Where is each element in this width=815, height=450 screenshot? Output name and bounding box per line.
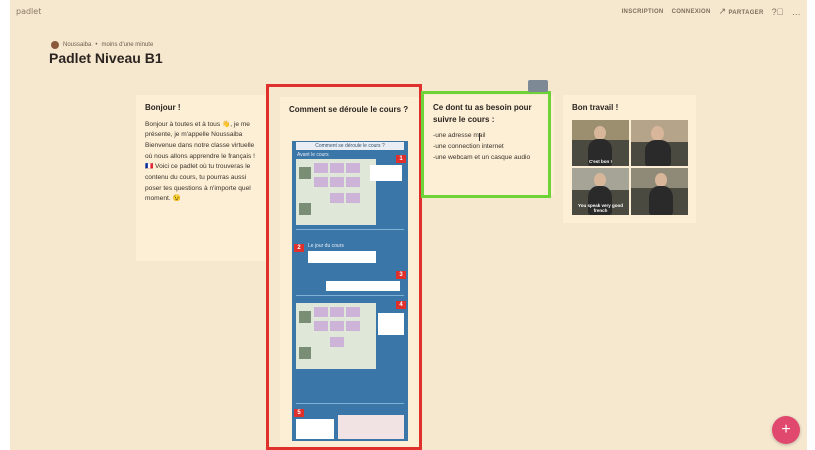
thumbnail <box>299 311 311 323</box>
course-diagram-image[interactable]: Comment se déroule le cours ? Avant le c… <box>292 141 408 441</box>
question-circle-icon[interactable]: ?⃝ <box>772 7 784 17</box>
annotation-note <box>378 313 404 335</box>
sticky-note <box>346 193 360 203</box>
photo-face <box>594 173 606 187</box>
board-author: Noussaiba • moins d'une minute <box>51 41 153 49</box>
sticky-note <box>346 177 360 187</box>
top-bar: padlet INSCRIPTION CONNEXION ↗ PARTAGER … <box>10 0 807 26</box>
photo-caption: C'est bon ! <box>588 159 613 164</box>
sticky-note <box>314 177 328 187</box>
sticky-note <box>346 307 360 317</box>
photo-tile: C'est bon ! <box>572 120 629 166</box>
thumbnail <box>299 203 311 215</box>
annotation-note <box>308 251 376 263</box>
photo-caption: You speak very good french <box>578 203 623 213</box>
column-body: Bonjour à toutes et à tous 👋, je me prés… <box>145 120 255 203</box>
requirement-item: -une webcam et un casque audio <box>433 153 531 161</box>
last-updated: moins d'une minute <box>101 42 154 48</box>
sticky-note <box>330 337 344 347</box>
requirement-item: -une connection internet <box>433 142 504 150</box>
avatar[interactable] <box>51 41 59 49</box>
sticky-note <box>314 307 328 317</box>
column-title: Bonjour ! <box>145 103 181 112</box>
thumbnail <box>299 347 311 359</box>
photo-tile <box>631 120 688 166</box>
section-label-avant: Avant le cours <box>297 152 329 158</box>
sticky-note <box>330 177 344 187</box>
more-horizontal-icon[interactable]: … <box>792 7 801 17</box>
thumbnail <box>299 167 311 179</box>
step-badge: 1 <box>396 155 406 163</box>
annotation-note <box>326 281 400 291</box>
meme-image[interactable]: C'est bon ! You speak very good french <box>572 120 688 216</box>
column-handle[interactable] <box>528 80 548 92</box>
sticky-note <box>330 193 344 203</box>
sticky-note <box>346 163 360 173</box>
photo-face <box>594 126 606 140</box>
annotation-note <box>370 165 402 181</box>
annotation-note <box>338 415 404 439</box>
sticky-note <box>330 307 344 317</box>
requirement-item: -une adresse mail <box>433 132 486 140</box>
photo-tile <box>631 168 688 215</box>
step-badge: 5 <box>294 409 304 417</box>
partager-label: PARTAGER <box>728 10 764 16</box>
partager-button[interactable]: ↗ PARTAGER <box>719 6 764 17</box>
page-title: Padlet Niveau B1 <box>49 50 163 66</box>
sticky-note <box>330 163 344 173</box>
padlet-board: padlet INSCRIPTION CONNEXION ↗ PARTAGER … <box>10 0 807 450</box>
sticky-note <box>346 321 360 331</box>
column-title: Bon travail ! <box>572 103 619 112</box>
sticky-note <box>330 321 344 331</box>
annotation-note <box>296 419 334 439</box>
photo-tile: You speak very good french <box>572 168 629 215</box>
photo-figure <box>645 140 671 166</box>
column-bon-travail[interactable]: Bon travail ! C'est bon ! You speak very… <box>563 95 696 223</box>
padlet-logo[interactable]: padlet <box>16 7 41 16</box>
divider <box>296 229 404 230</box>
column-title: Ce dont tu as besoin pour suivre le cour… <box>433 103 532 124</box>
photo-face <box>651 126 664 141</box>
diagram-title: Comment se déroule le cours ? <box>296 142 404 150</box>
sticky-note <box>314 321 328 331</box>
connexion-link[interactable]: CONNEXION <box>672 9 711 15</box>
photo-face <box>655 173 667 187</box>
share-arrow-icon: ↗ <box>718 6 727 16</box>
section-label-jour: Le jour du cours <box>308 243 344 249</box>
text-cursor <box>479 133 480 141</box>
column-besoins[interactable]: Ce dont tu as besoin pour suivre le cour… <box>424 95 554 195</box>
inscription-link[interactable]: INSCRIPTION <box>622 9 664 15</box>
column-bonjour[interactable]: Bonjour ! Bonjour à toutes et à tous 👋, … <box>136 95 266 261</box>
photo-figure <box>649 186 673 215</box>
sticky-note <box>314 163 328 173</box>
step-badge: 4 <box>396 301 406 309</box>
column-deroulement[interactable]: Comment se déroule le cours ? Comment se… <box>280 97 420 447</box>
step-badge: 2 <box>294 244 304 252</box>
step-badge: 3 <box>396 271 406 279</box>
header-actions: INSCRIPTION CONNEXION ↗ PARTAGER ?⃝ … <box>622 6 801 17</box>
add-post-button[interactable]: + <box>772 416 800 444</box>
column-title: Comment se déroule le cours ? <box>289 105 409 114</box>
divider <box>296 295 404 296</box>
author-name[interactable]: Noussaiba <box>63 42 91 48</box>
divider <box>296 403 404 404</box>
separator: • <box>95 42 98 48</box>
